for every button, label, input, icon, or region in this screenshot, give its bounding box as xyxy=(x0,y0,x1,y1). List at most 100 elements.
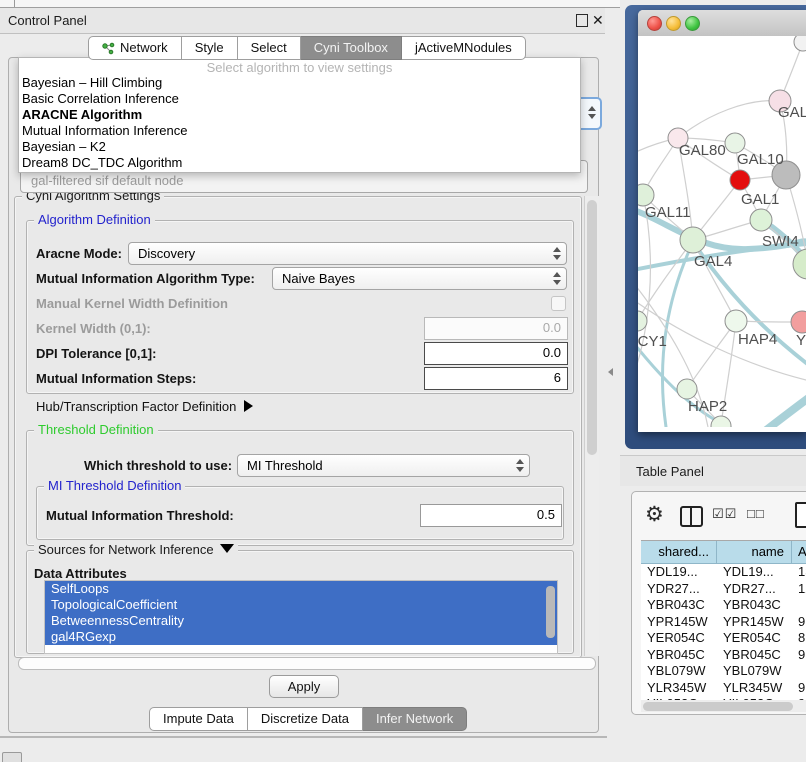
column-header-name[interactable]: name xyxy=(717,541,792,563)
table-row[interactable]: YPR145W YPR145W 9. xyxy=(641,614,806,631)
network-canvas[interactable]: GAL GAL80 GAL10 GAL1 GAL11 SWI4 GAL4 GCY… xyxy=(638,36,806,427)
minimize-traffic-light-icon[interactable] xyxy=(666,16,681,31)
node-big-right[interactable] xyxy=(793,249,806,279)
deselect-all-icon[interactable]: □□ xyxy=(747,506,765,521)
table-row[interactable]: YDR27... YDR27... 12 xyxy=(641,581,806,598)
table-hscrollbar[interactable] xyxy=(641,700,806,712)
tab-style[interactable]: Style xyxy=(182,36,238,60)
cell-shared: YBR043C xyxy=(641,597,717,614)
node-hap4[interactable] xyxy=(725,310,747,332)
column-header-clipped[interactable]: A xyxy=(792,541,806,563)
table-hscrollbar-thumb[interactable] xyxy=(643,702,793,711)
disclosure-triangle-right-icon[interactable] xyxy=(244,400,253,412)
mi-threshold-input[interactable]: 0.5 xyxy=(420,504,562,527)
tab-network[interactable]: Network xyxy=(88,36,182,60)
settings-hscrollbar[interactable] xyxy=(18,657,596,670)
select-all-icon[interactable]: ☑☑ xyxy=(712,506,737,522)
node-hap2[interactable] xyxy=(677,379,697,399)
bottom-left-mini-button[interactable] xyxy=(2,752,22,762)
algorithm-option[interactable]: Basic Correlation Inference xyxy=(22,91,577,107)
dpi-tolerance-input[interactable]: 0.0 xyxy=(424,342,568,365)
table-row[interactable]: YBR043C YBR043C xyxy=(641,597,806,614)
table-row[interactable]: YBR045C YBR045C 9. xyxy=(641,647,806,664)
attribute-item-selected[interactable]: TopologicalCoefficient xyxy=(45,597,557,613)
control-panel-tabs: Network Style Select Cyni Toolbox jActiv… xyxy=(88,36,526,58)
algorithm-option[interactable]: Bayesian – K2 xyxy=(22,139,577,155)
mi-steps-input[interactable]: 6 xyxy=(424,367,568,390)
tab-style-label: Style xyxy=(195,37,224,59)
mi-threshold-group-title: MI Threshold Definition xyxy=(44,479,185,493)
algorithm-option[interactable]: Dream8 DC_TDC Algorithm xyxy=(22,155,577,171)
network-window-titlebar[interactable] xyxy=(638,10,806,37)
gear-icon[interactable]: ⚙ xyxy=(645,502,664,527)
attribute-item-selected[interactable]: BetweennessCentrality xyxy=(45,613,557,629)
cell-value: 9. xyxy=(792,680,806,697)
node-salmon[interactable] xyxy=(791,311,806,333)
settings-vscrollbar-thumb[interactable] xyxy=(587,200,597,455)
disclosure-triangle-down-icon[interactable] xyxy=(220,544,234,553)
kernel-width-input[interactable]: 0.0 xyxy=(424,317,568,340)
data-attributes-list[interactable]: SelfLoops TopologicalCoefficient Between… xyxy=(44,580,558,654)
mi-type-label: Mutual Information Algorithm Type: xyxy=(36,271,255,286)
settings-vscrollbar[interactable] xyxy=(584,196,599,656)
node-label: GCY1 xyxy=(638,333,667,350)
node-table[interactable]: shared... name A YDL19... YDL19... 13 YD… xyxy=(641,540,806,701)
node-gal10[interactable] xyxy=(725,133,745,153)
splitter-collapse-icon[interactable] xyxy=(608,368,613,376)
tab-cyni-toolbox[interactable]: Cyni Toolbox xyxy=(301,36,402,60)
mi-type-combo[interactable]: Naive Bayes xyxy=(272,267,567,290)
tab-select[interactable]: Select xyxy=(238,36,301,60)
tab-discretize-data[interactable]: Discretize Data xyxy=(248,707,363,731)
tab-jactivemnodules[interactable]: jActiveMNodules xyxy=(402,36,526,60)
cell-value xyxy=(792,663,806,680)
table-row[interactable]: YER054C YER054C 8. xyxy=(641,630,806,647)
aracne-mode-combo[interactable]: Discovery xyxy=(128,242,567,265)
tab-infer-network-label: Infer Network xyxy=(376,708,453,730)
algorithm-option-selected[interactable]: ARACNE Algorithm xyxy=(22,107,577,123)
algorithm-option[interactable]: Mutual Information Inference xyxy=(22,123,577,139)
algorithm-dropdown-list: Bayesian – Hill Climbing Basic Correlati… xyxy=(22,75,577,171)
manual-kernel-label: Manual Kernel Width Definition xyxy=(36,296,228,311)
attribute-item-selected[interactable]: SelfLoops xyxy=(45,581,557,597)
algorithm-dropdown[interactable]: Select algorithm to view settings Bayesi… xyxy=(18,57,581,173)
node-label: GAL10 xyxy=(737,151,784,168)
sources-title-row[interactable]: Sources for Network Inference xyxy=(34,543,238,557)
aracne-mode-label: Aracne Mode: xyxy=(36,246,122,261)
cell-value: 12 xyxy=(792,581,806,598)
float-window-icon[interactable] xyxy=(576,14,588,27)
attributes-vscrollbar-thumb[interactable] xyxy=(546,586,555,638)
cell-value: 9. xyxy=(792,614,806,631)
which-threshold-combo[interactable]: MI Threshold xyxy=(237,454,530,477)
algorithm-option[interactable]: Bayesian – Hill Climbing xyxy=(22,75,577,91)
columns-icon[interactable] xyxy=(680,506,703,527)
column-header-shared[interactable]: shared... xyxy=(641,541,717,563)
network-window[interactable]: GAL GAL80 GAL10 GAL1 GAL11 SWI4 GAL4 GCY… xyxy=(638,10,806,432)
apply-button[interactable]: Apply xyxy=(269,675,339,698)
cell-name: YDR27... xyxy=(717,581,792,598)
tab-discretize-data-label: Discretize Data xyxy=(261,708,349,730)
node-label: HAP4 xyxy=(738,331,777,348)
node-top-right[interactable] xyxy=(794,36,806,51)
node-gal1-red[interactable] xyxy=(730,170,750,190)
node-label: GAL4 xyxy=(694,253,732,270)
cell-shared: YPR145W xyxy=(641,614,717,631)
tab-impute-data[interactable]: Impute Data xyxy=(149,707,248,731)
sources-title: Sources for Network Inference xyxy=(38,542,214,557)
node-label: SWI4 xyxy=(762,233,799,250)
node-gal4[interactable] xyxy=(680,227,706,253)
attribute-item-selected[interactable]: gal4RGexp xyxy=(45,629,557,645)
table-row[interactable]: YBL079W YBL079W xyxy=(641,663,806,680)
zoom-traffic-light-icon[interactable] xyxy=(685,16,700,31)
close-traffic-light-icon[interactable] xyxy=(647,16,662,31)
node-swi4[interactable] xyxy=(750,209,772,231)
chevron-up-down-icon xyxy=(587,105,596,120)
table-toolbar: ⚙ ☑☑ □□ xyxy=(632,492,806,539)
manual-kernel-checkbox[interactable] xyxy=(551,296,566,311)
table-row[interactable]: YDL19... YDL19... 13 xyxy=(641,564,806,581)
tab-infer-network[interactable]: Infer Network xyxy=(363,707,467,731)
table-row[interactable]: YLR345W YLR345W 9. xyxy=(641,680,806,697)
hub-definition-row[interactable]: Hub/Transcription Factor Definition xyxy=(36,399,253,414)
close-icon[interactable]: ✕ xyxy=(592,12,604,29)
tab-cyni-toolbox-label: Cyni Toolbox xyxy=(314,37,388,59)
document-icon[interactable] xyxy=(795,502,806,528)
